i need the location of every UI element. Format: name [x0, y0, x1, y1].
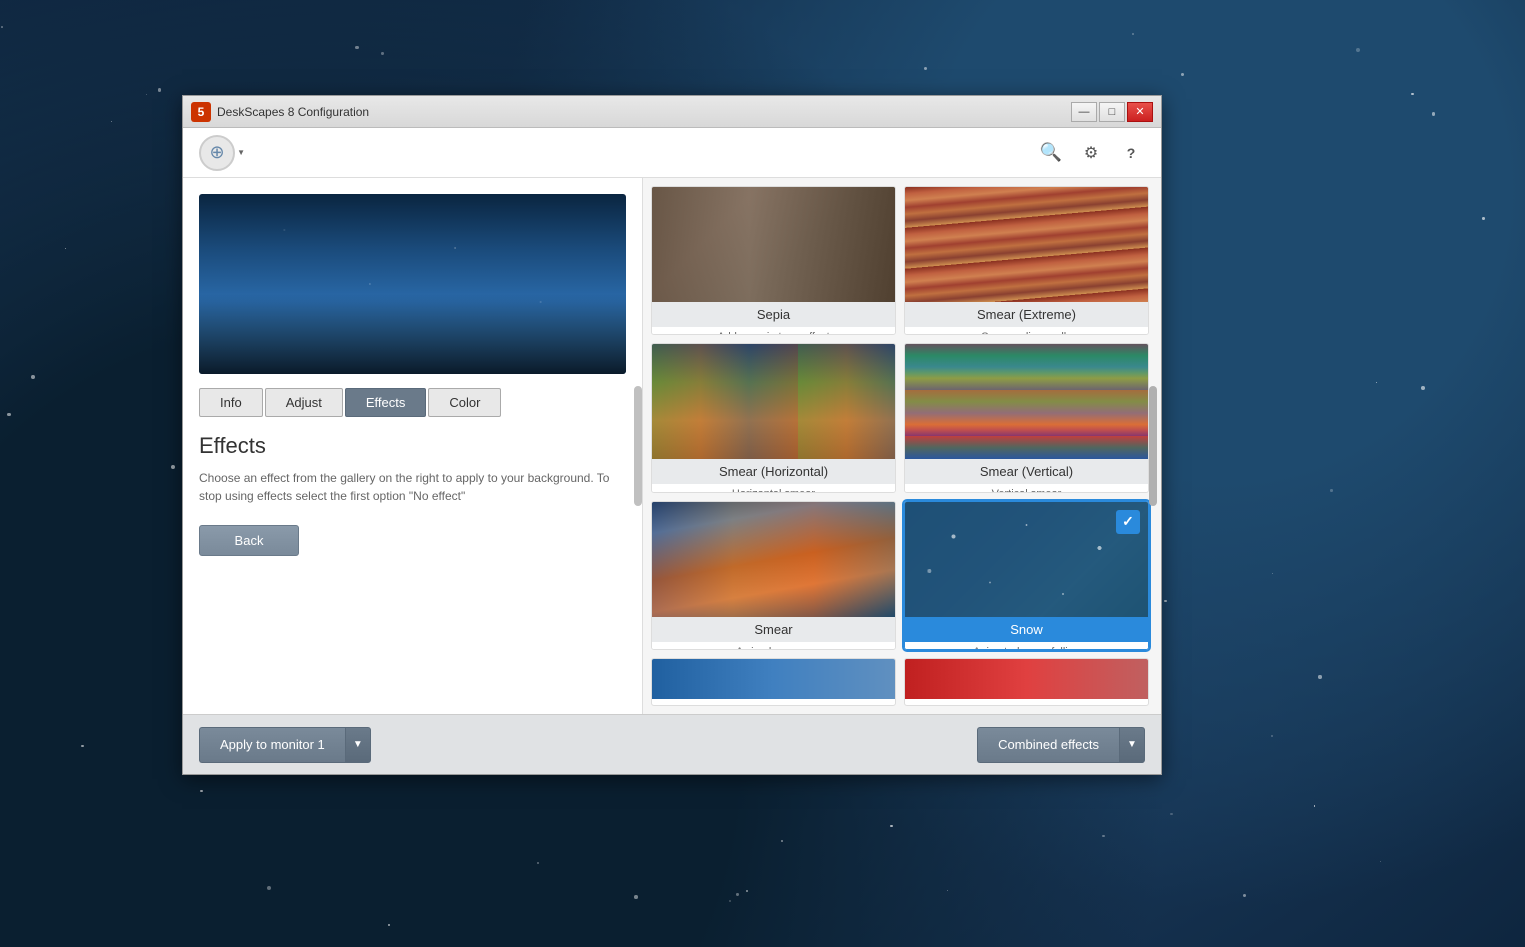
logo-menu-button[interactable]: [199, 135, 235, 171]
titlebar: 5 DeskScapes 8 Configuration — □ ✕: [183, 96, 1161, 128]
effect-label-smear-vertical: Smear (Vertical): [905, 459, 1148, 484]
effect-card-smear-vertical[interactable]: Smear (Vertical) Vertical smear: [904, 343, 1149, 492]
effect-card-smear[interactable]: Smear A simple smear: [651, 501, 896, 650]
effect-card-smear-extreme[interactable]: Smear (Extreme) Smears diagonally: [904, 186, 1149, 335]
apply-dropdown-button[interactable]: ▼: [345, 727, 371, 763]
effects-grid: Sepia Add a sepia tone effect Smear (Ext…: [651, 186, 1153, 706]
effect-desc-smear-vertical: Vertical smear: [905, 484, 1148, 492]
help-icon: [1127, 142, 1136, 163]
effect-desc-smear-horizontal: Horizontal smear: [652, 484, 895, 492]
effect-thumb-snow: ✓: [905, 502, 1148, 617]
apply-dropdown-icon: ▼: [353, 739, 363, 750]
settings-button[interactable]: [1077, 139, 1105, 167]
minimize-button[interactable]: —: [1071, 102, 1097, 122]
header-icons: [1037, 139, 1145, 167]
content-area: Info Adjust Effects Color Effects Choose…: [183, 178, 1161, 714]
app-header: [183, 128, 1161, 178]
section-description: Choose an effect from the gallery on the…: [199, 469, 626, 505]
effect-thumb-smear-extreme: [905, 187, 1148, 302]
effect-desc-smear-extreme: Smears diagonally: [905, 327, 1148, 335]
right-panel: Sepia Add a sepia tone effect Smear (Ext…: [643, 178, 1161, 714]
effect-thumb-sepia: [652, 187, 895, 302]
left-scrollbar[interactable]: [634, 386, 642, 506]
effect-thumb-smear-horizontal: [652, 344, 895, 459]
logo-icon: [209, 142, 224, 163]
app-icon: 5: [191, 102, 211, 122]
effect-label-smear: Smear: [652, 617, 895, 642]
gear-icon: [1084, 142, 1098, 163]
effect-card-partial-1[interactable]: [651, 658, 896, 706]
left-panel: Info Adjust Effects Color Effects Choose…: [183, 178, 643, 714]
effect-label-smear-horizontal: Smear (Horizontal): [652, 459, 895, 484]
close-button[interactable]: ✕: [1127, 102, 1153, 122]
combined-button-group: Combined effects ▼: [977, 727, 1145, 763]
tab-adjust[interactable]: Adjust: [265, 388, 343, 417]
tab-info[interactable]: Info: [199, 388, 263, 417]
preview-image: [199, 194, 626, 374]
effect-thumb-partial-1: [652, 659, 895, 699]
window-title: DeskScapes 8 Configuration: [217, 105, 1071, 119]
maximize-button[interactable]: □: [1099, 102, 1125, 122]
apply-button-group: Apply to monitor 1 ▼: [199, 727, 371, 763]
effect-label-snow: Snow: [905, 617, 1148, 642]
search-icon: [1040, 142, 1062, 163]
effect-thumb-partial-2: [905, 659, 1148, 699]
tab-color[interactable]: Color: [428, 388, 501, 417]
effect-desc-smear: A simple smear: [652, 642, 895, 650]
main-window: 5 DeskScapes 8 Configuration — □ ✕: [182, 95, 1162, 775]
effect-card-partial-2[interactable]: [904, 658, 1149, 706]
back-button[interactable]: Back: [199, 525, 299, 556]
apply-to-monitor-button[interactable]: Apply to monitor 1: [199, 727, 345, 763]
effect-label-smear-extreme: Smear (Extreme): [905, 302, 1148, 327]
window-controls: — □ ✕: [1071, 102, 1153, 122]
tab-effects[interactable]: Effects: [345, 388, 427, 417]
right-scrollbar[interactable]: [1149, 386, 1157, 506]
help-button[interactable]: [1117, 139, 1145, 167]
search-button[interactable]: [1037, 139, 1065, 167]
combined-dropdown-icon: ▼: [1127, 739, 1137, 750]
selected-checkmark: ✓: [1116, 510, 1140, 534]
effect-label-sepia: Sepia: [652, 302, 895, 327]
section-title: Effects: [199, 433, 626, 459]
bottom-bar: Apply to monitor 1 ▼ Combined effects ▼: [183, 714, 1161, 774]
effect-card-snow[interactable]: ✓ Snow Animated snow falling: [904, 501, 1149, 650]
effect-desc-sepia: Add a sepia tone effect: [652, 327, 895, 335]
effect-thumb-smear-vertical: [905, 344, 1148, 459]
combined-effects-button[interactable]: Combined effects: [977, 727, 1119, 763]
effect-thumb-smear: [652, 502, 895, 617]
tab-bar: Info Adjust Effects Color: [199, 388, 626, 417]
effect-card-sepia[interactable]: Sepia Add a sepia tone effect: [651, 186, 896, 335]
effect-desc-snow: Animated snow falling: [905, 642, 1148, 650]
effect-card-smear-horizontal[interactable]: Smear (Horizontal) Horizontal smear: [651, 343, 896, 492]
combined-dropdown-button[interactable]: ▼: [1119, 727, 1145, 763]
